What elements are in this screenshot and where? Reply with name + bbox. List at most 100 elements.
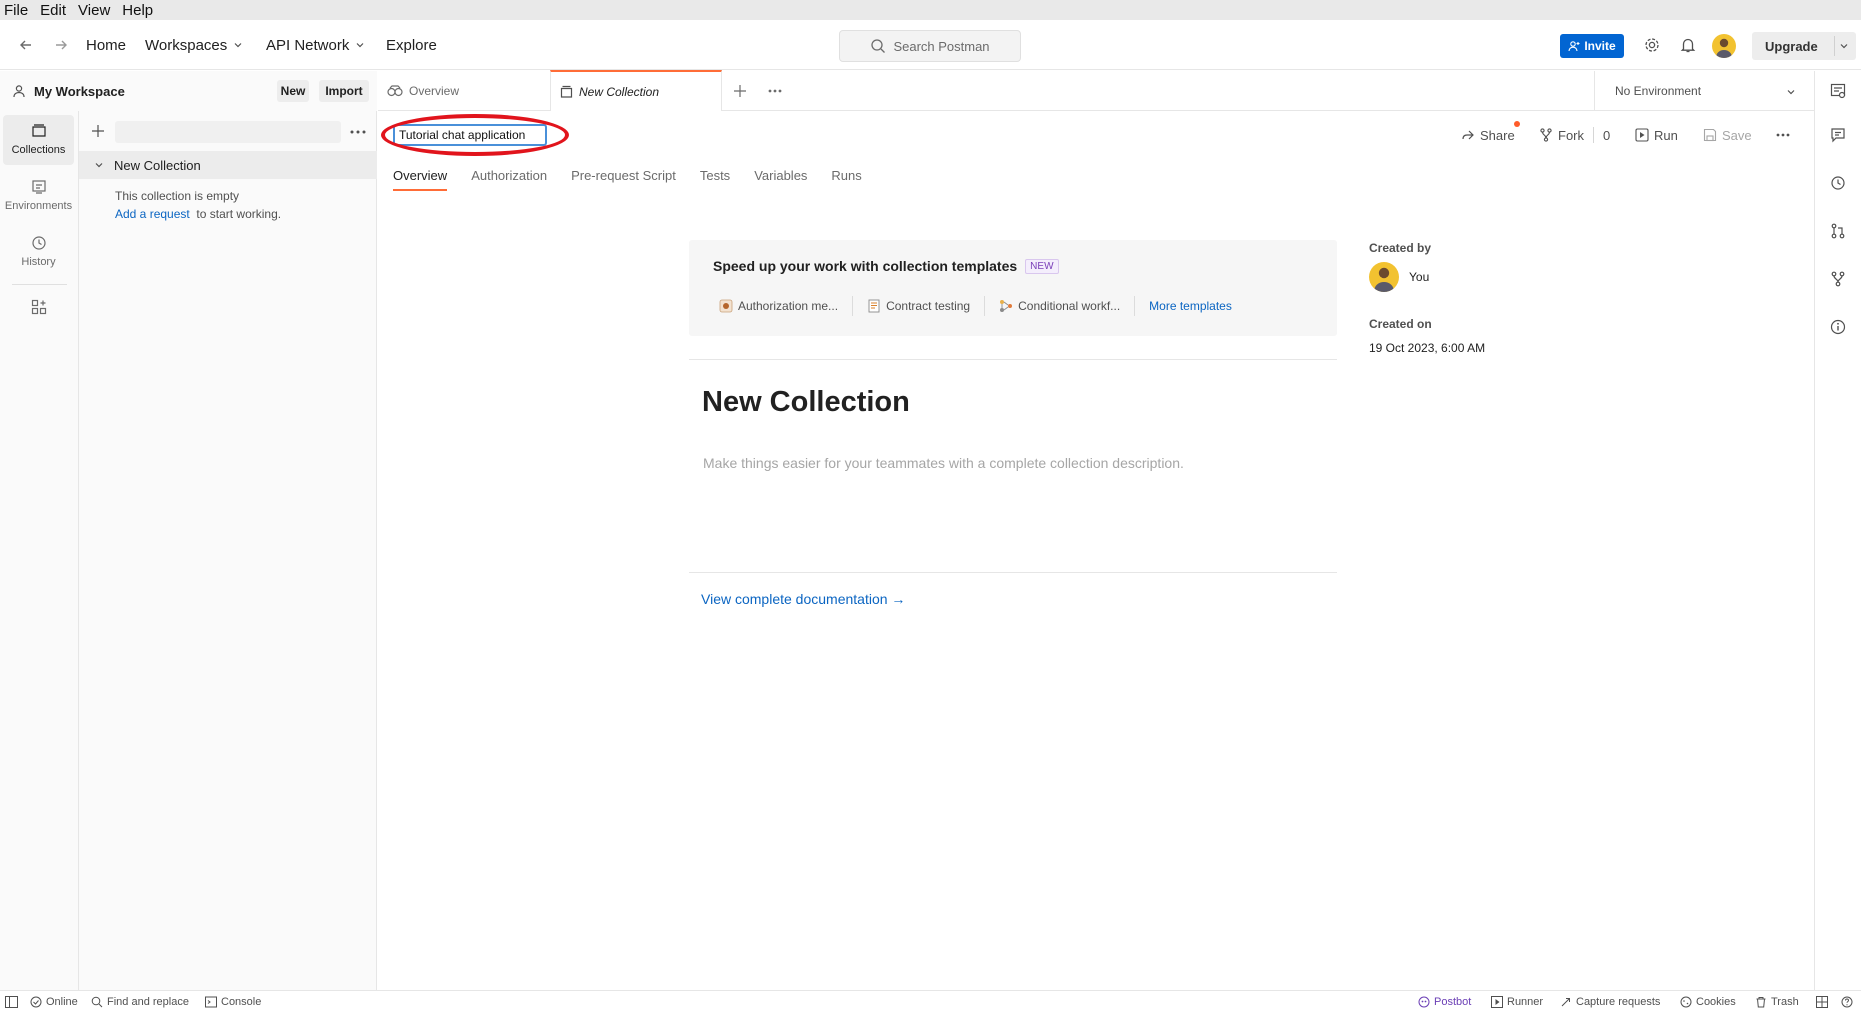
template-contract-testing[interactable]: Contract testing (867, 299, 970, 313)
menu-help[interactable]: Help (122, 2, 153, 19)
fork-button[interactable]: Fork 0 (1539, 124, 1610, 146)
cookies-label: Cookies (1696, 995, 1736, 1008)
save-label: Save (1722, 127, 1752, 143)
subtab-variables[interactable]: Variables (754, 160, 807, 190)
subtab-runs[interactable]: Runs (831, 160, 861, 190)
capture-requests-button[interactable]: Capture requests (1560, 991, 1660, 1012)
capture-label: Capture requests (1576, 995, 1661, 1008)
find-and-replace[interactable]: Find and replace (91, 991, 189, 1012)
console-icon (205, 996, 217, 1007)
nav-home[interactable]: Home (86, 20, 126, 70)
collection-description[interactable]: Make things easier for your teammates wi… (703, 455, 1184, 471)
run-button[interactable]: Run (1635, 124, 1678, 146)
chevron-down-icon[interactable] (94, 160, 104, 170)
comments-icon[interactable] (1830, 127, 1846, 143)
trash-button[interactable]: Trash (1755, 991, 1799, 1012)
nav-history[interactable]: History (3, 227, 74, 277)
help-icon[interactable] (1841, 991, 1857, 1012)
nav-configure-workbench[interactable] (3, 291, 74, 331)
more-options-icon[interactable] (350, 130, 366, 134)
nav-api-network[interactable]: API Network (266, 20, 365, 70)
left-nav: Collections Environments History (0, 111, 79, 990)
template-contract-testing-label: Contract testing (886, 299, 971, 313)
filter-input[interactable] (115, 121, 341, 143)
empty-collection-message: This collection is empty Add a request t… (115, 187, 281, 223)
subtab-authorization[interactable]: Authorization (471, 160, 547, 190)
template-divider (852, 296, 854, 316)
created-by-value: You (1409, 270, 1430, 284)
divider (689, 572, 1337, 573)
new-badge: NEW (1025, 258, 1059, 274)
fork-label: Fork (1558, 127, 1584, 143)
forward-arrow-icon[interactable] (53, 20, 69, 70)
nav-environments[interactable]: Environments (3, 171, 74, 221)
toggle-sidebar-icon[interactable] (5, 991, 22, 1012)
info-icon[interactable] (1830, 319, 1846, 335)
collections-icon (31, 124, 46, 137)
postbot-button[interactable]: Postbot (1418, 991, 1471, 1012)
share-button[interactable]: Share (1461, 124, 1515, 146)
menu-file[interactable]: File (4, 2, 28, 19)
tab-overview[interactable]: Overview (378, 71, 550, 111)
template-conditional-workflow[interactable]: Conditional workf... (999, 299, 1120, 313)
user-avatar[interactable] (1712, 34, 1736, 58)
grid-plus-icon (31, 299, 46, 315)
nav-workspaces[interactable]: Workspaces (145, 20, 243, 70)
template-divider (1134, 296, 1136, 316)
template-authorization[interactable]: Authorization me... (719, 299, 838, 313)
empty-text: This collection is empty (115, 189, 240, 203)
collection-name-input[interactable] (393, 124, 547, 146)
pull-request-icon[interactable] (1830, 223, 1846, 239)
chevron-down-icon[interactable] (1839, 41, 1849, 51)
menu-view[interactable]: View (78, 2, 110, 19)
nav-collections[interactable]: Collections (3, 115, 74, 165)
invite-button[interactable]: Invite (1560, 34, 1624, 58)
authorization-template-icon (719, 299, 733, 313)
nav-explore[interactable]: Explore (386, 20, 437, 70)
environment-selector[interactable]: No Environment (1594, 71, 1814, 111)
search-icon (91, 996, 103, 1007)
collection-icon (560, 85, 573, 98)
save-button[interactable]: Save (1703, 124, 1752, 146)
conditional-workflow-icon (1000, 300, 1013, 312)
view-documentation-link[interactable]: View complete documentation → (701, 591, 905, 607)
collection-more-icon[interactable] (1776, 133, 1790, 137)
nav-workspaces-label: Workspaces (145, 36, 228, 54)
more-templates-link[interactable]: More templates (1149, 299, 1232, 313)
menu-edit[interactable]: Edit (40, 2, 66, 19)
changelog-icon[interactable] (1830, 175, 1846, 191)
notification-bell-icon[interactable] (1679, 20, 1697, 70)
new-button[interactable]: New (277, 80, 309, 102)
fork-icon[interactable] (1830, 271, 1846, 287)
tab-new-collection-label: New Collection (579, 84, 660, 99)
console-button[interactable]: Console (205, 991, 261, 1012)
cookies-button[interactable]: Cookies (1680, 991, 1736, 1012)
plus-icon[interactable] (92, 125, 104, 137)
import-button[interactable]: Import (319, 80, 369, 102)
templates-heading: Speed up your work with collection templ… (713, 258, 1018, 274)
runner-icon (1491, 995, 1503, 1008)
new-tab-plus-icon[interactable] (734, 85, 746, 97)
subtab-tests[interactable]: Tests (700, 160, 730, 190)
online-status[interactable]: Online (30, 991, 78, 1012)
add-request-link[interactable]: Add a request (115, 207, 190, 221)
settings-gear-icon[interactable] (1643, 20, 1661, 70)
templates-card: Speed up your work with collection templ… (689, 240, 1337, 336)
upgrade-button[interactable]: Upgrade (1752, 32, 1856, 60)
two-pane-view-icon[interactable] (1816, 991, 1832, 1012)
environment-quicklook-icon[interactable] (1830, 83, 1846, 99)
search-icon (871, 39, 886, 53)
tab-new-collection[interactable]: New Collection (550, 70, 722, 111)
sidebar-collection-item[interactable]: New Collection (79, 151, 377, 179)
search-input[interactable]: Search Postman (839, 30, 1021, 62)
tab-more-icon[interactable] (768, 89, 782, 93)
environment-label: No Environment (1615, 84, 1702, 98)
templates-list: Authorization me... Contract testing Con… (719, 296, 1232, 316)
history-icon (31, 236, 46, 250)
runner-button[interactable]: Runner (1491, 991, 1543, 1012)
subtab-pre-request-script[interactable]: Pre-request Script (571, 160, 676, 190)
back-arrow-icon[interactable] (18, 20, 34, 70)
collection-title[interactable]: New Collection (702, 386, 910, 419)
subtab-overview[interactable]: Overview (393, 160, 448, 191)
workspace-name[interactable]: My Workspace (34, 84, 125, 99)
